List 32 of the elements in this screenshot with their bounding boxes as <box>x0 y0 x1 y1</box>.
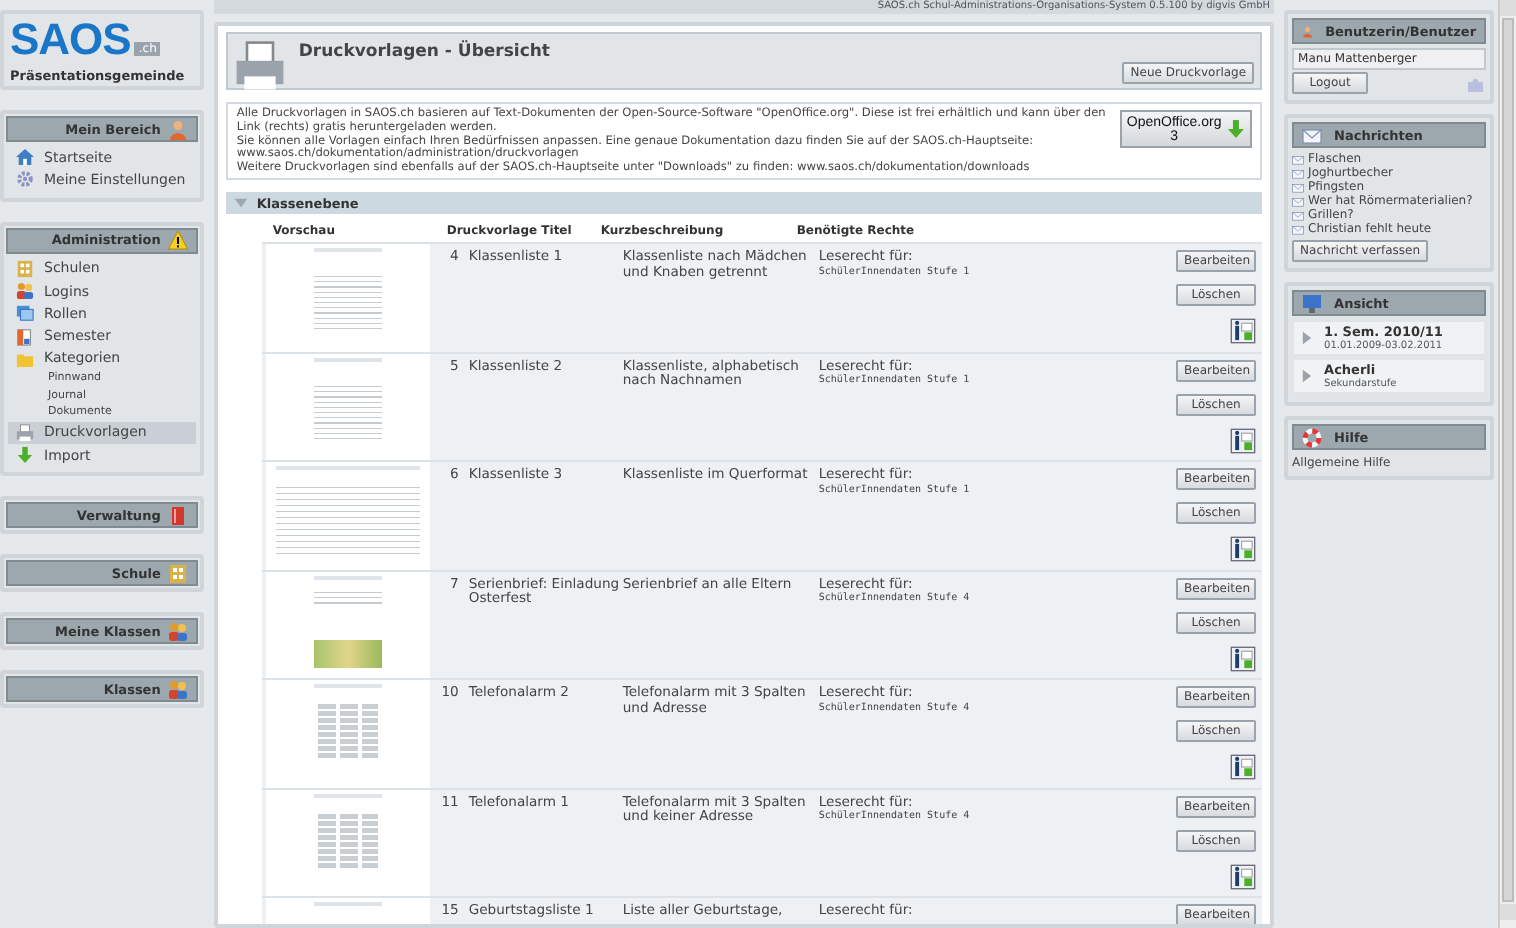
document-info-icon[interactable] <box>1230 318 1257 344</box>
lifebuoy-icon <box>1302 427 1323 447</box>
document-info-icon[interactable] <box>1230 645 1257 671</box>
document-info-icon[interactable] <box>1230 536 1257 562</box>
building-icon <box>168 563 189 584</box>
printer-icon <box>234 40 287 92</box>
gear-icon <box>16 170 34 189</box>
printer-icon <box>16 423 34 442</box>
logo-text: SAOS <box>10 18 131 62</box>
download-arrow-icon <box>1226 118 1247 140</box>
photo-placeholder <box>314 639 383 667</box>
document-info-icon[interactable] <box>1230 863 1257 889</box>
building-icon <box>16 259 34 278</box>
people-icon <box>16 282 34 301</box>
scrollbar[interactable] <box>1498 0 1516 928</box>
calendar-icon <box>16 327 34 346</box>
person-icon <box>1302 21 1314 41</box>
people-icon <box>168 679 189 700</box>
book-icon <box>168 505 189 526</box>
monitor-icon <box>1302 293 1323 313</box>
page-title: Druckvorlagen - Übersicht <box>298 42 550 62</box>
cards-icon <box>16 304 34 323</box>
document-info-icon[interactable] <box>1230 427 1257 453</box>
warning-icon <box>168 230 189 251</box>
house-icon <box>16 148 34 167</box>
document-info-icon[interactable] <box>1230 754 1257 780</box>
download-arrow-icon <box>16 446 34 465</box>
person-icon <box>168 119 189 139</box>
folder-icon <box>16 349 34 368</box>
envelope-icon <box>1302 125 1323 145</box>
people-icon <box>168 621 189 642</box>
collapse-triangle-icon <box>234 196 249 210</box>
